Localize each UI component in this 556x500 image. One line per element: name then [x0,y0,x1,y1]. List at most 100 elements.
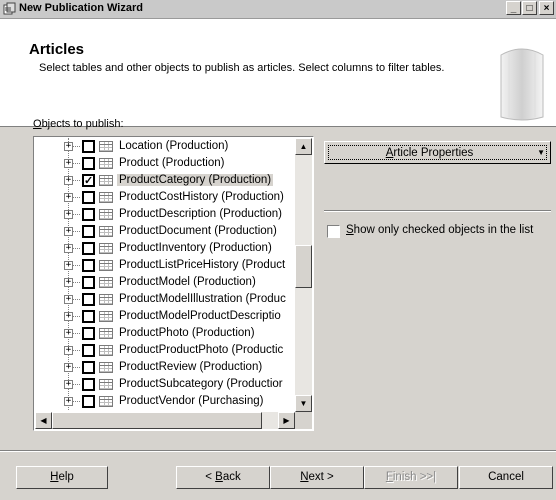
item-checkbox[interactable] [82,293,95,306]
tree-row[interactable]: + ProductInventory (Production) [35,240,295,257]
item-checkbox[interactable] [82,208,95,221]
tree-branch-line [73,384,80,385]
tree-row[interactable]: + ✓ ProductCategory (Production) [35,172,295,189]
tree-item-label[interactable]: ProductProductPhoto (Productic [119,344,283,356]
help-button[interactable]: Help [16,466,108,489]
item-checkbox[interactable] [82,157,95,170]
item-checkbox[interactable] [82,225,95,238]
tree-row[interactable]: + ProductModel (Production) [35,274,295,291]
expand-plus-icon[interactable]: + [64,176,73,185]
tree-branch-line [73,367,80,368]
vertical-scrollbar[interactable]: ▲ ▼ [295,138,312,412]
tree-row[interactable]: + ProductDocument (Production) [35,223,295,240]
tree-row[interactable]: + ProductProductPhoto (Productic [35,342,295,359]
tree-item-label[interactable]: ProductModelIllustration (Produc [119,293,286,305]
item-checkbox[interactable] [82,191,95,204]
item-checkbox[interactable] [82,361,95,374]
tree-branch-line [73,401,80,402]
tree-item-label[interactable]: ProductDocument (Production) [119,225,277,237]
scroll-right-arrow-icon[interactable]: ▶ [278,412,295,429]
tree-row[interactable]: + ProductModelIllustration (Produc [35,291,295,308]
expand-plus-icon[interactable]: + [64,346,73,355]
next-button[interactable]: Next > [270,466,364,489]
tree-item-label[interactable]: ProductCostHistory (Production) [119,191,284,203]
tree-item-label[interactable]: ProductVendor (Purchasing) [119,395,263,407]
tree-item-label[interactable]: ProductModel (Production) [119,276,256,288]
expand-plus-icon[interactable]: + [64,397,73,406]
table-icon [99,362,113,373]
show-only-checked-label[interactable]: Show only checked objects in the list [346,224,546,237]
item-checkbox[interactable] [82,140,95,153]
tree-row[interactable]: + ProductListPriceHistory (Product [35,257,295,274]
expand-plus-icon[interactable]: + [64,380,73,389]
dropdown-arrow-icon: ▼ [537,148,545,157]
table-icon [99,141,113,152]
item-checkbox[interactable] [82,344,95,357]
separator [324,210,551,212]
scroll-up-arrow-icon[interactable]: ▲ [295,138,312,155]
expand-plus-icon[interactable]: + [64,210,73,219]
item-checkbox[interactable] [82,276,95,289]
tree-item-label[interactable]: Product (Production) [119,157,224,169]
expand-plus-icon[interactable]: + [64,312,73,321]
tree-row[interactable]: + ProductCostHistory (Production) [35,189,295,206]
horizontal-scrollbar[interactable]: ◀ ▶ [35,412,295,429]
show-only-checked-checkbox[interactable] [327,225,340,238]
expand-plus-icon[interactable]: + [64,244,73,253]
tree-branch-line [73,316,80,317]
scroll-down-arrow-icon[interactable]: ▼ [295,395,312,412]
tree-row[interactable]: + Product (Production) [35,155,295,172]
table-icon [99,294,113,305]
expand-plus-icon[interactable]: + [64,295,73,304]
minimize-button[interactable]: _ [506,1,521,15]
tree-row[interactable]: + Location (Production) [35,138,295,155]
tree-item-label[interactable]: ProductPhoto (Production) [119,327,255,339]
page-title: Articles [29,41,85,58]
tree-item-label[interactable]: ProductReview (Production) [119,361,262,373]
close-button[interactable]: × [539,1,554,15]
tree-item-label[interactable]: ProductDescription (Production) [119,208,282,220]
table-icon [99,260,113,271]
tree-row[interactable]: + ProductReview (Production) [35,359,295,376]
tree-item-label[interactable]: ProductListPriceHistory (Product [119,259,285,271]
article-properties-button[interactable]: Article Properties ▼ [324,141,551,164]
tree-item-label[interactable]: ProductSubcategory (Productior [119,378,283,390]
item-checkbox[interactable] [82,242,95,255]
item-checkbox[interactable] [82,310,95,323]
expand-plus-icon[interactable]: + [64,227,73,236]
objects-tree[interactable]: + Location (Production) + Product (Producti… [33,136,314,431]
tree-item-label[interactable]: ProductInventory (Production) [119,242,272,254]
tree-row[interactable]: + ProductSubcategory (Productior [35,376,295,393]
expand-plus-icon[interactable]: + [64,363,73,372]
expand-plus-icon[interactable]: + [64,261,73,270]
horizontal-scroll-thumb[interactable] [52,412,262,429]
finish-button: Finish >>| [364,466,458,489]
expand-plus-icon[interactable]: + [64,278,73,287]
tree-row[interactable]: + ProductModelProductDescriptio [35,308,295,325]
expand-plus-icon[interactable]: + [64,142,73,151]
item-checkbox[interactable] [82,378,95,391]
tree-row[interactable]: + ProductPhoto (Production) [35,325,295,342]
tree-item-label[interactable]: ProductCategory (Production) [117,174,274,186]
maximize-button[interactable]: □ [522,1,537,15]
tree-item-label[interactable]: Location (Production) [119,140,228,152]
item-checkbox[interactable] [82,259,95,272]
title-bar[interactable]: New Publication Wizard _ □ × [0,0,556,19]
tree-row[interactable]: + ProductDescription (Production) [35,206,295,223]
vertical-scroll-thumb[interactable] [295,245,312,288]
item-checkbox[interactable] [82,327,95,340]
table-icon [99,243,113,254]
table-icon [99,379,113,390]
tree-row[interactable]: + ProductVendor (Purchasing) [35,393,295,410]
table-icon [99,277,113,288]
expand-plus-icon[interactable]: + [64,159,73,168]
back-button[interactable]: < Back [176,466,270,489]
scroll-left-arrow-icon[interactable]: ◀ [35,412,52,429]
expand-plus-icon[interactable]: + [64,193,73,202]
item-checkbox[interactable]: ✓ [82,174,95,187]
article-properties-label: Article Properties [385,147,474,159]
item-checkbox[interactable] [82,395,95,408]
expand-plus-icon[interactable]: + [64,329,73,338]
cancel-button[interactable]: Cancel [459,466,553,489]
tree-item-label[interactable]: ProductModelProductDescriptio [119,310,281,322]
